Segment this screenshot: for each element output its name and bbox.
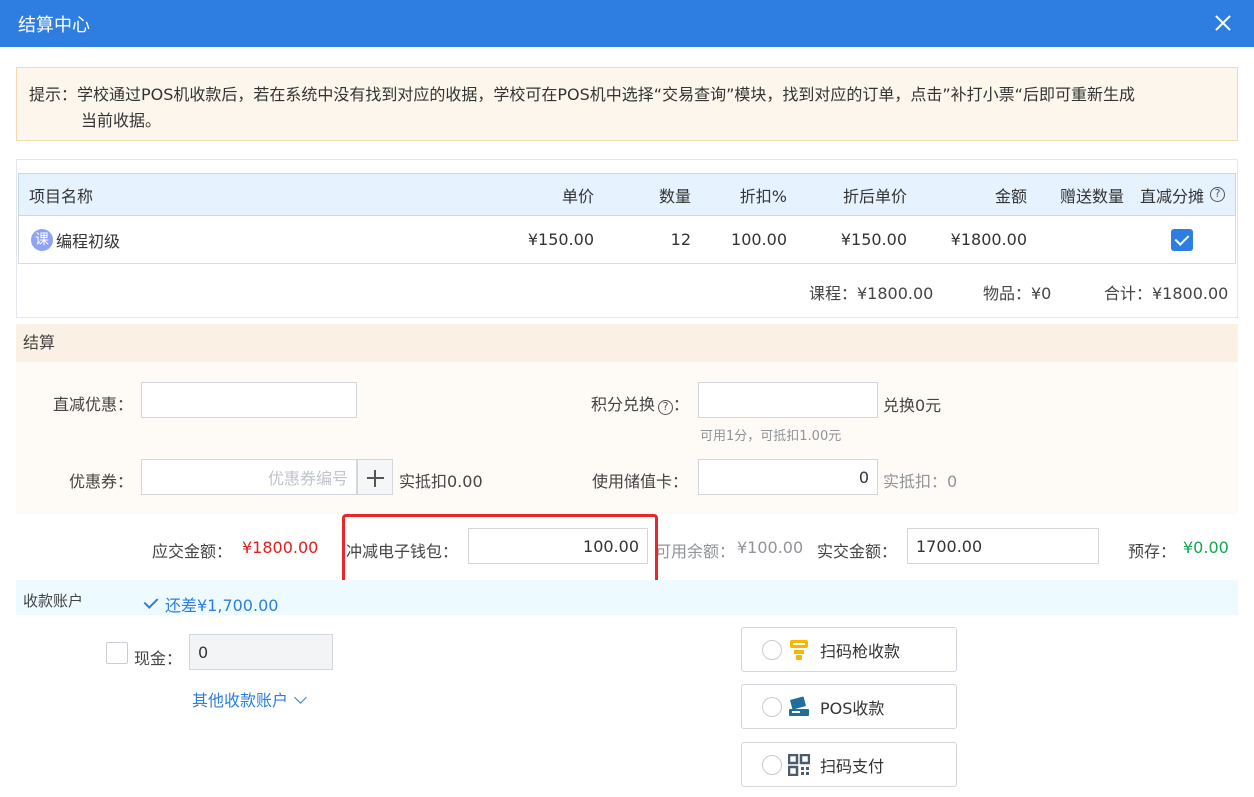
- col-unit-price: 单价: [561, 186, 594, 206]
- radio-icon[interactable]: [762, 696, 782, 717]
- cell-amount: ¥1800.00: [950, 230, 1027, 249]
- points-hint: 可用1分，可抵扣1.00元: [700, 429, 842, 444]
- due-label: 应交金额：: [152, 542, 233, 561]
- points-exchange: 兑换0元: [883, 396, 942, 415]
- radio-icon[interactable]: [762, 754, 782, 775]
- stored-card-label: 使用储值卡：: [592, 472, 689, 491]
- pos-card-icon: [788, 696, 810, 718]
- tip-line-1: 提示：学校通过POS机收款后，若在系统中没有找到对应的收据，学校可在POS机中选…: [29, 85, 1135, 104]
- due-value: ¥1800.00: [242, 538, 319, 557]
- remaining-text: 还差¥1,700.00: [165, 596, 279, 615]
- actual-label: 实交金额：: [817, 542, 898, 561]
- actual-amount-input[interactable]: 1700.00: [907, 528, 1099, 564]
- item-name: 编程初级: [56, 231, 121, 251]
- col-discounted-price: 折后单价: [842, 186, 907, 206]
- cash-checkbox[interactable]: [106, 642, 128, 664]
- col-direct-alloc: 直减分摊 ?: [1140, 174, 1235, 215]
- direct-alloc-checkbox[interactable]: [1171, 228, 1193, 251]
- cell-discount: 100.00: [731, 230, 787, 249]
- summary-goods: 物品：¥0: [983, 284, 1052, 303]
- tip-banner: 提示：学校通过POS机收款后，若在系统中没有找到对应的收据，学校可在POS机中选…: [16, 67, 1238, 141]
- col-quantity: 数量: [658, 186, 691, 206]
- available-label: 可用余额：: [655, 542, 736, 561]
- pay-method-qr[interactable]: 扫码支付: [741, 742, 957, 787]
- cell-gift-qty: [1034, 216, 1124, 263]
- help-icon[interactable]: ?: [1210, 187, 1226, 202]
- table-row: 课 编程初级 ¥150.00 12 100.00 ¥150.00 ¥1800.0…: [18, 216, 1236, 264]
- summary-total: 合计：¥1800.00: [1104, 284, 1229, 303]
- close-icon[interactable]: [1210, 10, 1236, 36]
- dialog-title: 结算中心: [18, 14, 90, 36]
- coupon-input[interactable]: 优惠券编号: [141, 459, 357, 495]
- items-table: 项目名称 单价 数量 折扣% 折后单价 金额 赠送数量 直减分摊 ? 课 编程初…: [16, 159, 1238, 318]
- qr-code-icon: [788, 753, 810, 776]
- add-coupon-icon[interactable]: [357, 459, 393, 495]
- cash-label: 现金：: [134, 649, 183, 668]
- pay-method-scanner[interactable]: 扫码枪收款: [741, 627, 957, 672]
- tip-line-2: 当前收据。: [81, 111, 162, 130]
- points-input[interactable]: [698, 382, 878, 418]
- ewallet-input[interactable]: 100.00: [468, 528, 648, 564]
- course-badge-icon: 课: [31, 228, 53, 251]
- account-title: 收款账户: [23, 592, 84, 610]
- remaining-amount: 还差¥1,700.00: [143, 592, 279, 616]
- col-gift-qty: 赠送数量: [1059, 186, 1124, 206]
- pay-method-label: 扫码支付: [820, 756, 885, 776]
- cell-discounted-price: ¥150.00: [840, 230, 907, 249]
- chevron-down-icon: [294, 691, 307, 704]
- points-label: 积分兑换: [591, 395, 656, 414]
- stored-card-input[interactable]: 0: [698, 459, 878, 495]
- points-colon: ：: [673, 395, 690, 414]
- scanner-icon: [788, 639, 810, 661]
- col-direct-alloc-label: 直减分摊: [1140, 186, 1205, 206]
- settlement-header: 结算: [16, 324, 1238, 362]
- radio-icon[interactable]: [762, 639, 782, 660]
- table-header: 项目名称 单价 数量 折扣% 折后单价 金额 赠送数量 直减分摊 ?: [18, 173, 1236, 216]
- cell-name: 课 编程初级: [31, 216, 120, 263]
- pay-method-pos[interactable]: POS收款: [741, 684, 957, 729]
- col-name: 项目名称: [29, 186, 94, 206]
- summary-course: 课程：¥1800.00: [809, 284, 934, 303]
- prestore-label: 预存：: [1128, 542, 1177, 561]
- col-amount: 金额: [994, 186, 1027, 206]
- prestore-value: ¥0.00: [1183, 538, 1229, 557]
- coupon-label: 优惠券：: [69, 472, 134, 491]
- cell-quantity: 12: [670, 230, 691, 249]
- coupon-placeholder: 优惠券编号: [267, 469, 348, 488]
- other-accounts-text: 其他收款账户: [192, 691, 289, 710]
- settlement-title: 结算: [23, 333, 56, 352]
- cell-unit-price: ¥150.00: [527, 230, 594, 249]
- cell-direct-alloc: [1171, 216, 1193, 263]
- coupon-deduct: 实抵扣0.00: [399, 472, 483, 491]
- direct-discount-input[interactable]: [141, 382, 357, 418]
- col-discount: 折扣%: [739, 186, 787, 206]
- cash-input[interactable]: 0: [189, 634, 333, 670]
- dialog-titlebar: 结算中心: [0, 0, 1254, 47]
- available-value: ¥100.00: [737, 538, 804, 557]
- points-help-icon[interactable]: ?: [658, 400, 674, 415]
- pay-method-label: 扫码枪收款: [820, 641, 901, 661]
- direct-discount-label: 直减优惠：: [53, 395, 134, 414]
- ewallet-label: 冲减电子钱包：: [346, 542, 459, 561]
- pay-method-label: POS收款: [820, 698, 885, 718]
- points-label-wrap: 积分兑换?：: [591, 391, 689, 415]
- other-accounts-link[interactable]: 其他收款账户: [192, 687, 307, 711]
- stored-card-deduct: 实抵扣：0: [883, 472, 958, 491]
